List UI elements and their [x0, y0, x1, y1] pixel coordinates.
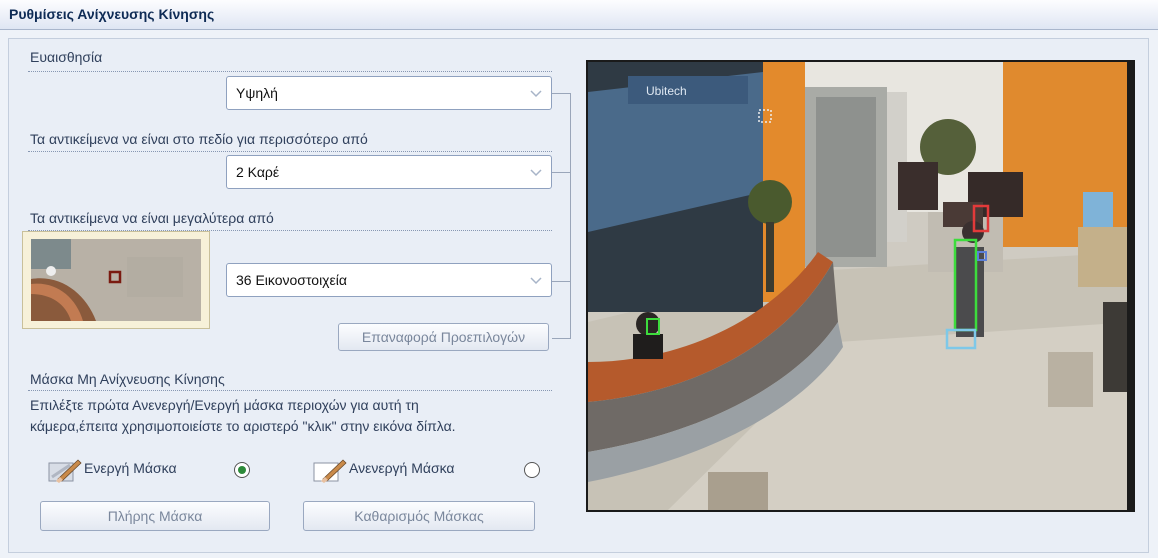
eraser-brush-icon — [48, 459, 82, 483]
title-bar: Ρυθμίσεις Ανίχνευσης Κίνησης — [0, 0, 1158, 30]
duration-value: 2 Καρέ — [236, 164, 280, 180]
active-mask-label: Ενεργή Μάσκα — [84, 460, 177, 476]
mask-instructions-line1: Επιλέξτε πρώτα Ανενεργή/Ενεργή μάσκα περ… — [30, 397, 419, 413]
size-preview-image — [31, 239, 201, 321]
inactive-mask-label: Ανενεργή Μάσκα — [349, 460, 455, 476]
reset-defaults-button[interactable]: Επαναφορά Προεπιλογών — [338, 323, 549, 351]
mask-section-title: Μάσκα Μη Ανίχνευσης Κίνησης — [30, 371, 225, 387]
size-value: 36 Εικονοστοιχεία — [236, 272, 347, 288]
duration-label: Τα αντικείμενα να είναι στο πεδίο για πε… — [30, 131, 368, 147]
window-title: Ρυθμίσεις Ανίχνευσης Κίνησης — [9, 6, 215, 22]
divider — [28, 390, 552, 391]
size-label: Τα αντικείμενα να είναι μεγαλύτερα από — [30, 210, 274, 226]
duration-select[interactable]: 2 Καρέ — [226, 155, 552, 189]
sensitivity-label: Ευαισθησία — [30, 49, 103, 65]
camera-image[interactable]: Ubitech — [588, 62, 1133, 510]
connector-bracket — [552, 93, 571, 339]
mask-instructions-line2: κάμερα,έπειτα χρησιμοποιείστε το αριστερ… — [30, 418, 456, 434]
chevron-down-icon — [530, 169, 542, 177]
size-preview — [22, 231, 210, 329]
clear-mask-button[interactable]: Καθαρισμός Μάσκας — [303, 501, 535, 531]
active-mask-radio[interactable] — [234, 462, 250, 478]
sensitivity-value: Υψηλή — [236, 85, 278, 101]
divider — [28, 71, 552, 72]
logo-text: Ubitech — [646, 84, 687, 98]
divider — [28, 151, 552, 152]
sensitivity-select[interactable]: Υψηλή — [226, 76, 552, 110]
camera-preview[interactable]: Ubitech — [586, 60, 1135, 512]
full-mask-button[interactable]: Πλήρης Μάσκα — [40, 501, 270, 531]
brush-icon — [313, 459, 347, 483]
size-select[interactable]: 36 Εικονοστοιχεία — [226, 263, 552, 297]
chevron-down-icon — [530, 277, 542, 285]
chevron-down-icon — [530, 90, 542, 98]
inactive-mask-radio[interactable] — [524, 462, 540, 478]
